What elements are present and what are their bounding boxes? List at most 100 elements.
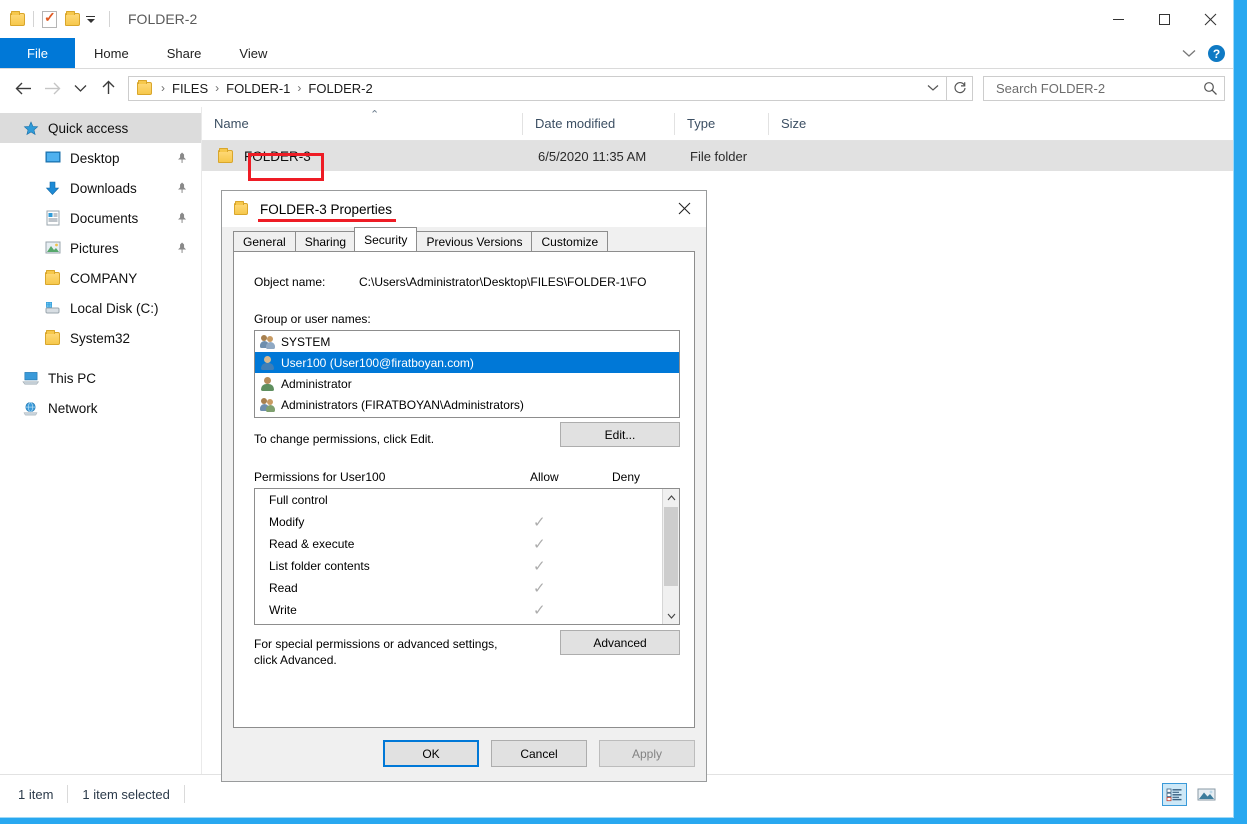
address-dropdown-icon[interactable] bbox=[920, 77, 946, 100]
sidebar-label-downloads: Downloads bbox=[70, 180, 137, 196]
drive-icon bbox=[44, 300, 61, 317]
qat-dropdown-icon[interactable] bbox=[86, 15, 95, 23]
tab-customize[interactable]: Customize bbox=[531, 231, 609, 251]
up-button[interactable] bbox=[94, 73, 122, 103]
tab-view[interactable]: View bbox=[220, 38, 286, 68]
row-date-modified: 6/5/2020 11:35 AM bbox=[538, 148, 647, 164]
edit-button[interactable]: Edit... bbox=[560, 422, 680, 447]
thumbnails-view-icon[interactable] bbox=[1194, 783, 1219, 806]
permission-row-write[interactable]: Write ✓ bbox=[255, 599, 679, 621]
refresh-button[interactable] bbox=[947, 75, 973, 101]
annotation-underline-dialog-title bbox=[258, 219, 396, 222]
sidebar-label-documents: Documents bbox=[70, 210, 139, 226]
column-header-type[interactable]: Type bbox=[674, 112, 768, 135]
sidebar-label-desktop: Desktop bbox=[70, 150, 120, 166]
breadcrumb-sep-0: › bbox=[161, 81, 165, 95]
address-bar[interactable]: › FILES › FOLDER-1 › FOLDER-2 bbox=[128, 75, 947, 101]
search-input[interactable] bbox=[994, 79, 1203, 97]
list-item-label: Administrator bbox=[281, 376, 352, 391]
sidebar-item-this-pc[interactable]: This PC bbox=[0, 363, 201, 393]
permission-row-list-folder-contents[interactable]: List folder contents ✓ bbox=[255, 555, 679, 577]
permission-row-full-control[interactable]: Full control bbox=[255, 489, 679, 511]
sidebar-label-network: Network bbox=[48, 400, 98, 416]
window-controls bbox=[1095, 0, 1233, 38]
column-header-date-modified[interactable]: Date modified bbox=[522, 112, 674, 135]
sort-ascending-icon: ⌃ bbox=[370, 109, 380, 121]
sidebar-item-downloads[interactable]: Downloads bbox=[0, 173, 201, 203]
sidebar-item-network[interactable]: Network bbox=[0, 393, 201, 423]
help-icon[interactable]: ? bbox=[1208, 45, 1225, 62]
details-view-icon[interactable] bbox=[1162, 782, 1187, 806]
pin-icon-documents[interactable] bbox=[171, 208, 190, 227]
breadcrumb-folder-1[interactable]: FOLDER-1 bbox=[222, 81, 294, 96]
back-button[interactable] bbox=[10, 73, 38, 103]
tab-general[interactable]: General bbox=[233, 231, 295, 251]
dialog-tab-strip: General Sharing Security Previous Versio… bbox=[222, 227, 706, 251]
pin-icon-pictures[interactable] bbox=[171, 238, 190, 257]
scroll-down-icon[interactable] bbox=[663, 607, 679, 624]
minimize-button[interactable] bbox=[1095, 0, 1141, 38]
group-or-user-names-list[interactable]: SYSTEM User100 (User100@firatboyan.com) … bbox=[254, 330, 680, 418]
maximize-button[interactable] bbox=[1141, 0, 1187, 38]
sidebar-item-desktop[interactable]: Desktop bbox=[0, 143, 201, 173]
tab-previous-versions[interactable]: Previous Versions bbox=[416, 231, 532, 251]
permissions-scrollbar[interactable] bbox=[662, 489, 679, 624]
tab-security[interactable]: Security bbox=[354, 227, 418, 251]
breadcrumb-files[interactable]: FILES bbox=[168, 81, 212, 96]
row-name: FOLDER-3 bbox=[244, 148, 311, 164]
column-header-size[interactable]: Size bbox=[768, 112, 860, 135]
search-icon bbox=[1204, 81, 1217, 95]
permission-row-modify[interactable]: Modify ✓ bbox=[255, 511, 679, 533]
permission-row-read[interactable]: Read ✓ bbox=[255, 577, 679, 599]
column-headers: Name Date modified Type Size ⌃ bbox=[202, 107, 1233, 141]
tab-home[interactable]: Home bbox=[75, 38, 148, 68]
permissions-list[interactable]: Full control Modify ✓ Read & execute ✓ L… bbox=[254, 488, 680, 625]
dialog-button-bar: OK Cancel Apply bbox=[222, 735, 706, 781]
desktop-icon bbox=[44, 150, 61, 167]
group-icon bbox=[260, 334, 275, 349]
close-button[interactable] bbox=[1187, 0, 1233, 38]
sidebar-label-local-disk: Local Disk (C:) bbox=[70, 300, 159, 316]
recent-locations-icon[interactable] bbox=[66, 73, 94, 103]
allow-column-label: Allow bbox=[530, 470, 559, 484]
ok-button[interactable]: OK bbox=[383, 740, 479, 767]
list-item-system[interactable]: SYSTEM bbox=[255, 331, 679, 352]
tab-share[interactable]: Share bbox=[148, 38, 221, 68]
pin-icon-downloads[interactable] bbox=[171, 178, 190, 197]
column-header-name[interactable]: Name bbox=[202, 113, 522, 135]
sidebar-item-local-disk[interactable]: Local Disk (C:) bbox=[0, 293, 201, 323]
properties-qat-icon[interactable] bbox=[42, 9, 57, 28]
tab-file[interactable]: File bbox=[0, 38, 75, 68]
list-item-user100[interactable]: User100 (User100@firatboyan.com) bbox=[255, 352, 679, 373]
list-item-administrator[interactable]: Administrator bbox=[255, 373, 679, 394]
pc-icon bbox=[22, 370, 39, 387]
ribbon-expand-icon[interactable] bbox=[1182, 47, 1196, 61]
advanced-button[interactable]: Advanced bbox=[560, 630, 680, 655]
sidebar-item-pictures[interactable]: Pictures bbox=[0, 233, 201, 263]
ribbon-tabs: File Home Share View ? bbox=[0, 38, 1233, 69]
tab-sharing[interactable]: Sharing bbox=[294, 231, 356, 251]
pin-icon-desktop[interactable] bbox=[171, 148, 190, 167]
document-icon bbox=[44, 210, 61, 227]
table-row[interactable]: FOLDER-3 6/5/2020 11:35 AM File folder bbox=[202, 141, 1233, 171]
breadcrumb-folder-2[interactable]: FOLDER-2 bbox=[304, 81, 376, 96]
cancel-button[interactable]: Cancel bbox=[491, 740, 587, 767]
sidebar-item-company[interactable]: COMPANY bbox=[0, 263, 201, 293]
folder-icon-system32 bbox=[44, 329, 61, 347]
address-folder-icon bbox=[137, 79, 152, 95]
search-box[interactable] bbox=[983, 75, 1225, 101]
scrollbar-thumb[interactable] bbox=[664, 507, 678, 586]
permission-row-read-execute[interactable]: Read & execute ✓ bbox=[255, 533, 679, 555]
dialog-close-button[interactable] bbox=[662, 191, 706, 226]
sidebar-item-quick-access[interactable]: Quick access bbox=[0, 113, 201, 143]
sidebar-item-documents[interactable]: Documents bbox=[0, 203, 201, 233]
permission-name: Full control bbox=[269, 493, 328, 507]
permissions-for-label: Permissions for User100 bbox=[254, 470, 386, 484]
list-item-label: Administrators (FIRATBOYAN\Administrator… bbox=[281, 397, 524, 412]
new-folder-qat-icon[interactable] bbox=[65, 10, 80, 26]
list-item-administrators[interactable]: Administrators (FIRATBOYAN\Administrator… bbox=[255, 394, 679, 415]
sidebar-item-system32[interactable]: System32 bbox=[0, 323, 201, 353]
scroll-up-icon[interactable] bbox=[663, 489, 679, 506]
group-or-user-names-label: Group or user names: bbox=[254, 312, 371, 326]
permission-name: Write bbox=[269, 603, 297, 617]
